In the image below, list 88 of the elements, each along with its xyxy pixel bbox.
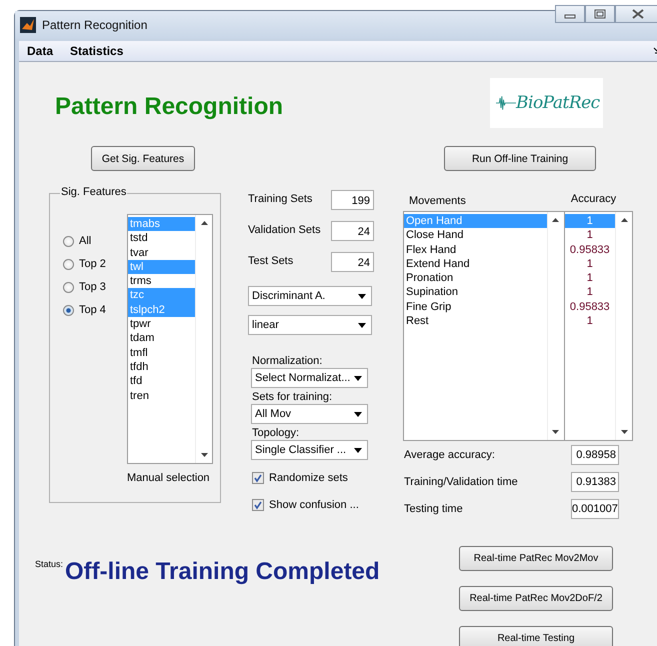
checkbox[interactable]	[252, 499, 264, 511]
scroll-down-icon[interactable]	[552, 430, 560, 434]
list-item[interactable]: Pronation	[404, 271, 547, 286]
dropdown-arrow-icon	[358, 294, 366, 298]
menu-item[interactable]: Statistics	[70, 44, 124, 58]
metric-value: 0.91383	[571, 472, 619, 492]
realtime-button[interactable]: Real-time PatRec Mov2DoF/2	[459, 586, 613, 611]
column-header: Movements	[409, 195, 466, 209]
checkbox-option[interactable]: Show confusion ...	[252, 498, 374, 512]
scroll-up-icon[interactable]	[552, 218, 560, 222]
set-label: Training Sets	[248, 193, 312, 205]
scroll-down-icon[interactable]	[620, 430, 628, 434]
dropdown[interactable]: linear	[248, 315, 372, 335]
close-icon	[632, 9, 644, 19]
checkbox-option[interactable]: Randomize sets	[252, 471, 374, 485]
list-item[interactable]: tmfl	[128, 346, 195, 360]
logo: BioPatRec	[490, 78, 604, 128]
scroll-down-icon[interactable]	[200, 453, 208, 457]
list-item[interactable]: tvar	[128, 246, 195, 260]
list-item[interactable]: 1	[564, 228, 615, 243]
scroll-up-icon[interactable]	[620, 218, 628, 222]
list-item[interactable]: 1	[564, 256, 615, 272]
menu-item[interactable]: Data	[27, 44, 54, 58]
dropdown-arrow-icon	[358, 322, 366, 328]
window-title: Pattern Recognition	[42, 18, 148, 32]
list-item[interactable]: 0.95833	[564, 300, 615, 314]
status-label: Status:	[35, 559, 64, 569]
metric-value: 0.98958	[571, 444, 619, 464]
run-training-button[interactable]: Run Off-line Training	[444, 146, 596, 171]
list-item[interactable]: Close Hand	[404, 228, 547, 243]
maximize-button[interactable]	[585, 5, 615, 23]
dropdown-label: Sets for training:	[252, 391, 334, 404]
list-item[interactable]: Fine Grip	[404, 300, 547, 314]
dropdown-arrow-icon	[354, 448, 362, 452]
realtime-button[interactable]: Real-time Testing	[459, 626, 613, 646]
list-item[interactable]: Supination	[404, 285, 547, 300]
close-button[interactable]	[615, 5, 657, 23]
list-item[interactable]: Extend Hand	[404, 256, 547, 272]
app-icon	[20, 17, 36, 33]
list-item[interactable]: tpwr	[128, 317, 195, 332]
radio-option[interactable]: Top 3	[63, 280, 127, 294]
dropdown[interactable]: Single Classifier ...	[251, 440, 368, 460]
radio-option[interactable]: Top 2	[63, 257, 127, 271]
maximize-icon	[594, 9, 606, 19]
radio-option[interactable]: All	[63, 234, 127, 248]
radio-button[interactable]	[63, 304, 74, 316]
input-field[interactable]: 24	[331, 221, 374, 241]
scroll-up-icon[interactable]	[200, 221, 208, 225]
dropdown-label: Normalization:	[252, 355, 324, 368]
set-label: Test Sets	[248, 255, 294, 267]
list-item[interactable]: tdam	[128, 331, 195, 346]
list-caption: Manual selection	[127, 472, 211, 484]
dropdown-arrow-icon	[354, 376, 362, 380]
radio-option[interactable]: Top 4	[63, 303, 127, 317]
list-item[interactable]: 0.95833	[564, 242, 615, 257]
checkbox[interactable]	[252, 472, 264, 484]
metric-label: Average accuracy:	[404, 448, 495, 460]
minimize-button[interactable]	[555, 5, 585, 23]
metric-value: 0.001007	[571, 498, 619, 518]
realtime-button[interactable]: Real-time PatRec Mov2Mov	[459, 546, 613, 571]
dropdown[interactable]: Discriminant A.	[248, 286, 372, 306]
app-heading: Pattern Recognition	[55, 93, 284, 121]
list-item[interactable]: tfd	[128, 374, 195, 389]
dropdown-arrow-icon	[354, 412, 362, 416]
dropdown[interactable]: All Mov	[251, 404, 368, 424]
set-label: Validation Sets	[248, 224, 321, 236]
list-item[interactable]: Flex Hand	[404, 242, 547, 257]
dropdown-label: Topology:	[252, 427, 300, 440]
panel-title: Sig. Features	[60, 186, 128, 198]
list-item[interactable]: tfdh	[128, 360, 195, 374]
list-item[interactable]: 1	[564, 314, 615, 328]
dropdown[interactable]: Select Normalizat...	[251, 368, 368, 388]
list-item[interactable]: 1	[564, 285, 615, 300]
radio-button[interactable]	[63, 258, 74, 270]
list-item[interactable]: tstd	[128, 231, 195, 246]
column-header: Accuracy	[570, 193, 616, 207]
metric-label: Training/Validation time	[404, 476, 518, 488]
radio-button[interactable]	[63, 236, 74, 246]
list-item[interactable]: 1	[564, 271, 615, 286]
metric-label: Testing time	[404, 502, 463, 514]
list-item[interactable]: tren	[128, 388, 195, 403]
get-features-button[interactable]: Get Sig. Features	[91, 146, 195, 171]
input-field[interactable]: 199	[331, 190, 374, 210]
status-message: Off-line Training Completed	[65, 558, 380, 586]
input-field[interactable]: 24	[331, 252, 374, 272]
list-item[interactable]: trms	[128, 274, 195, 288]
radio-button[interactable]	[63, 282, 74, 292]
list-item[interactable]: Rest	[404, 314, 547, 328]
